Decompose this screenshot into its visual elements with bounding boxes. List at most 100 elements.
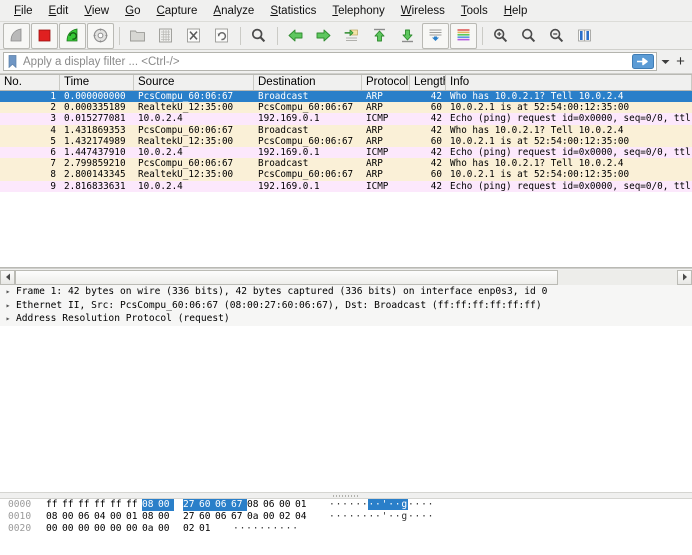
go-to-packet-button[interactable] xyxy=(338,23,365,49)
hex-bytes: ff ff ff ff ff ff 08 00 27 60 06 67 08 06 00 01 xyxy=(46,499,307,511)
go-first-packet-button[interactable] xyxy=(366,23,393,49)
save-file-button[interactable] xyxy=(152,23,179,49)
menu-item-telephony[interactable]: Telephony xyxy=(324,3,392,19)
packet-cell-destination: Broadcast xyxy=(258,124,309,136)
hex-offset: 0010 xyxy=(8,511,32,522)
apply-filter-button[interactable] xyxy=(631,53,655,70)
display-filter-field[interactable] xyxy=(3,52,657,71)
bookmark-icon[interactable] xyxy=(5,53,19,70)
column-header-length[interactable]: Length xyxy=(410,75,446,90)
go-forward-button[interactable] xyxy=(310,23,337,49)
packet-cell-info: Echo (ping) request id=0x0000, seq=0/0, … xyxy=(450,180,691,192)
packet-cell-no: 6 xyxy=(50,146,56,158)
packet-cell-time: 0.000335189 xyxy=(64,102,126,114)
menu-item-file[interactable]: File xyxy=(6,3,41,19)
menu-item-analyze[interactable]: Analyze xyxy=(205,3,262,19)
resize-columns-button[interactable] xyxy=(571,23,598,49)
detail-tree-item[interactable]: ▸ Ethernet II, Src: PcsCompu_60:06:67 (08… xyxy=(0,298,692,313)
hscroll-thumb[interactable] xyxy=(15,269,558,285)
column-header-destination[interactable]: Destination xyxy=(254,75,362,90)
detail-tree-item[interactable]: ▸ Address Resolution Protocol (request) xyxy=(0,312,692,326)
colorize-button[interactable] xyxy=(450,22,477,49)
restart-capture-button[interactable] xyxy=(59,22,86,49)
hex-offset: 0020 xyxy=(8,523,32,534)
packet-cell-no: 4 xyxy=(50,124,56,136)
stop-capture-button[interactable] xyxy=(31,22,58,49)
packet-row[interactable]: 9 2.816833631 10.0.2.4 192.169.0.1 ICMP 42 Ech… xyxy=(0,180,692,192)
packet-cell-length: 42 xyxy=(430,91,442,102)
packet-cell-protocol: ARP xyxy=(366,169,383,181)
packet-cell-length: 42 xyxy=(430,113,442,125)
packet-list-hscrollbar[interactable] xyxy=(0,268,692,285)
hex-dump-line[interactable]: 0010 08 00 06 04 00 01 08 00 27 60 06 67 0a 00 02 04 ····… xyxy=(0,511,692,523)
scroll-left-arrow-icon[interactable] xyxy=(0,269,15,285)
packet-cell-source: RealtekU_12:35:00 xyxy=(138,102,234,114)
packet-cell-time: 0.000000000 xyxy=(64,91,126,102)
go-back-button[interactable] xyxy=(282,23,309,49)
packet-cell-info: 10.0.2.1 is at 52:54:00:12:35:00 xyxy=(450,102,630,114)
pane-splitter[interactable] xyxy=(0,492,692,499)
column-header-no[interactable]: No. xyxy=(0,75,60,90)
packet-cell-destination: 192.169.0.1 xyxy=(258,180,320,192)
column-header-time[interactable]: Time xyxy=(60,75,134,90)
find-packet-button[interactable] xyxy=(245,23,272,49)
packet-details-pane[interactable]: ▸ Frame 1: 42 bytes on wire (336 bits), 4… xyxy=(0,285,692,492)
detail-tree-item[interactable]: ▸ Frame 1: 42 bytes on wire (336 bits), 4… xyxy=(0,285,692,299)
display-filter-bar: + xyxy=(0,50,692,74)
packet-cell-no: 3 xyxy=(50,113,56,125)
zoom-reset-button[interactable] xyxy=(543,23,570,49)
column-header-protocol[interactable]: Protocol xyxy=(362,75,410,90)
packet-cell-destination: 192.169.0.1 xyxy=(258,113,320,125)
filter-dropdown-button[interactable] xyxy=(659,52,672,71)
packet-cell-length: 42 xyxy=(430,180,442,192)
close-file-button[interactable] xyxy=(180,23,207,49)
zoom-out-button[interactable] xyxy=(515,23,542,49)
packet-row[interactable]: 7 2.799859210 PcsCompu_60:06:67 Broadcast AR… xyxy=(0,158,692,170)
menu-item-edit[interactable]: Edit xyxy=(41,3,77,19)
packet-bytes-pane[interactable]: 0000 ff ff ff ff ff ff 08 00 27 60 06 67 08 06 00 01 ····… xyxy=(0,499,692,555)
packet-cell-protocol: ARP xyxy=(366,91,383,102)
packet-row[interactable]: 2 0.000335189 RealtekU_12:35:00 PcsCompu_60… xyxy=(0,102,692,114)
packet-row[interactable]: 8 2.800143345 RealtekU_12:35:00 PcsCompu_60… xyxy=(0,169,692,181)
capture-options-button[interactable] xyxy=(87,22,114,49)
menu-item-wireless[interactable]: Wireless xyxy=(393,3,453,19)
menu-item-tools[interactable]: Tools xyxy=(453,3,496,19)
menu-bar: File Edit View Go Capture Analyze Statistics Te… xyxy=(0,0,692,22)
packet-cell-info: Who has 10.0.2.1? Tell 10.0.2.4 xyxy=(450,158,624,170)
hex-body[interactable]: 0000 ff ff ff ff ff ff 08 00 27 60 06 67 08 06 00 01 ····… xyxy=(0,499,692,555)
start-capture-button[interactable] xyxy=(3,22,30,49)
expand-triangle-icon[interactable]: ▸ xyxy=(0,299,16,313)
display-filter-input[interactable] xyxy=(19,52,631,71)
hex-dump-line[interactable]: 0020 00 00 00 00 00 00 0a 00 02 01 ·········· xyxy=(0,523,692,535)
menu-item-statistics[interactable]: Statistics xyxy=(262,3,324,19)
packet-row[interactable]: 5 1.432174989 RealtekU_12:35:00 PcsCompu_60… xyxy=(0,135,692,147)
packet-cell-source: RealtekU_12:35:00 xyxy=(138,135,234,147)
open-file-button[interactable] xyxy=(124,23,151,49)
auto-scroll-button[interactable] xyxy=(422,22,449,49)
hex-dump-line[interactable]: 0000 ff ff ff ff ff ff 08 00 27 60 06 67 08 06 00 01 ····… xyxy=(0,499,692,511)
packet-row[interactable]: 1 0.000000000 PcsCompu_60:06:67 Broadcast AR… xyxy=(0,91,692,103)
hscroll-track[interactable] xyxy=(15,269,677,285)
column-header-info[interactable]: Info xyxy=(446,75,692,90)
packet-cell-info: Echo (ping) request id=0x0000, seq=0/0, … xyxy=(450,113,691,125)
packet-cell-protocol: ICMP xyxy=(366,146,389,158)
packet-row[interactable]: 3 0.015277081 10.0.2.4 192.169.0.1 ICMP 42 Ech… xyxy=(0,113,692,125)
expand-triangle-icon[interactable]: ▸ xyxy=(0,285,16,299)
go-last-packet-button[interactable] xyxy=(394,23,421,49)
add-filter-button[interactable]: + xyxy=(672,52,689,71)
reload-file-button[interactable] xyxy=(208,23,235,49)
packet-list-body[interactable]: 1 0.000000000 PcsCompu_60:06:67 Broadcast AR… xyxy=(0,91,692,267)
menu-item-go[interactable]: Go xyxy=(117,3,148,19)
packet-row[interactable]: 4 1.431869353 PcsCompu_60:06:67 Broadcast AR… xyxy=(0,124,692,136)
menu-item-help[interactable]: Help xyxy=(496,3,536,19)
menu-item-capture[interactable]: Capture xyxy=(148,3,205,19)
menu-item-view[interactable]: View xyxy=(76,3,117,19)
scroll-right-arrow-icon[interactable] xyxy=(677,269,692,285)
packet-cell-no: 9 xyxy=(50,180,56,192)
column-header-source[interactable]: Source xyxy=(134,75,254,90)
detail-tree-label: Ethernet II, Src: PcsCompu_60:06:67 (08:… xyxy=(16,299,542,311)
toolbar-separator xyxy=(119,26,120,45)
packet-row[interactable]: 6 1.447437910 10.0.2.4 192.169.0.1 ICMP 42 Ech… xyxy=(0,146,692,159)
zoom-in-button[interactable] xyxy=(487,23,514,49)
expand-triangle-icon[interactable]: ▸ xyxy=(0,312,16,326)
